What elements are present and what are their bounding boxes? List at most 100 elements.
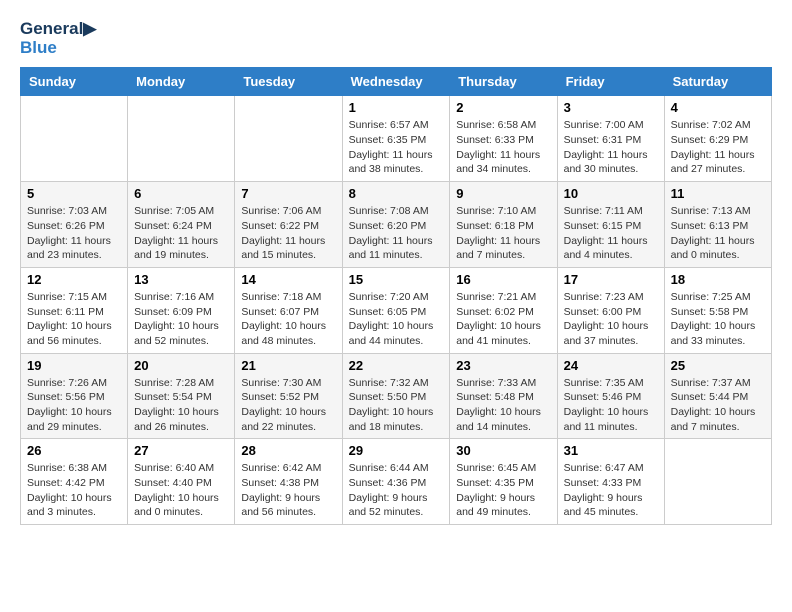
calendar-cell: 27 Sunrise: 6:40 AM Sunset: 4:40 PM Dayli… xyxy=(128,439,235,525)
calendar-cell: 9 Sunrise: 7:10 AM Sunset: 6:18 PM Daylig… xyxy=(450,182,557,268)
day-info: Sunrise: 6:47 AM Sunset: 4:33 PM Dayligh… xyxy=(564,461,658,520)
day-info: Sunrise: 7:08 AM Sunset: 6:20 PM Dayligh… xyxy=(349,204,444,263)
weekday-friday: Friday xyxy=(557,68,664,96)
calendar-cell: 25 Sunrise: 7:37 AM Sunset: 5:44 PM Dayli… xyxy=(664,353,771,439)
logo: General▶ Blue xyxy=(20,20,96,57)
calendar-cell xyxy=(21,96,128,182)
weekday-wednesday: Wednesday xyxy=(342,68,450,96)
calendar-cell: 4 Sunrise: 7:02 AM Sunset: 6:29 PM Daylig… xyxy=(664,96,771,182)
day-number: 7 xyxy=(241,186,335,201)
day-info: Sunrise: 6:45 AM Sunset: 4:35 PM Dayligh… xyxy=(456,461,550,520)
calendar-cell: 22Sunrise: 7:32 AM Sunset: 5:50 PM Dayli… xyxy=(342,353,450,439)
calendar-cell: 20Sunrise: 7:28 AM Sunset: 5:54 PM Dayli… xyxy=(128,353,235,439)
calendar-cell: 18Sunrise: 7:25 AM Sunset: 5:58 PM Dayli… xyxy=(664,267,771,353)
day-number: 27 xyxy=(134,443,228,458)
day-info: Sunrise: 7:33 AM Sunset: 5:48 PM Dayligh… xyxy=(456,376,550,435)
day-info: Sunrise: 7:15 AM Sunset: 6:11 PM Dayligh… xyxy=(27,290,121,349)
calendar-table: SundayMondayTuesdayWednesdayThursdayFrid… xyxy=(20,67,772,525)
day-number: 10 xyxy=(564,186,658,201)
calendar-cell: 13Sunrise: 7:16 AM Sunset: 6:09 PM Dayli… xyxy=(128,267,235,353)
calendar-cell: 3 Sunrise: 7:00 AM Sunset: 6:31 PM Daylig… xyxy=(557,96,664,182)
logo-wordmark: General▶ Blue xyxy=(20,20,96,57)
calendar-cell: 14 Sunrise: 7:18 AM Sunset: 6:07 PM Dayli… xyxy=(235,267,342,353)
weekday-header-row: SundayMondayTuesdayWednesdayThursdayFrid… xyxy=(21,68,772,96)
weekday-monday: Monday xyxy=(128,68,235,96)
day-number: 24 xyxy=(564,358,658,373)
calendar-cell: 6 Sunrise: 7:05 AM Sunset: 6:24 PM Daylig… xyxy=(128,182,235,268)
day-info: Sunrise: 6:38 AM Sunset: 4:42 PM Dayligh… xyxy=(27,461,121,520)
day-number: 4 xyxy=(671,100,765,115)
day-number: 11 xyxy=(671,186,765,201)
day-info: Sunrise: 7:10 AM Sunset: 6:18 PM Dayligh… xyxy=(456,204,550,263)
day-number: 14 xyxy=(241,272,335,287)
day-info: Sunrise: 7:18 AM Sunset: 6:07 PM Dayligh… xyxy=(241,290,335,349)
calendar-cell: 26 Sunrise: 6:38 AM Sunset: 4:42 PM Dayli… xyxy=(21,439,128,525)
day-info: Sunrise: 7:03 AM Sunset: 6:26 PM Dayligh… xyxy=(27,204,121,263)
day-number: 18 xyxy=(671,272,765,287)
week-row-4: 26 Sunrise: 6:38 AM Sunset: 4:42 PM Dayli… xyxy=(21,439,772,525)
day-info: Sunrise: 7:02 AM Sunset: 6:29 PM Dayligh… xyxy=(671,118,765,177)
calendar-cell: 2Sunrise: 6:58 AM Sunset: 6:33 PM Daylig… xyxy=(450,96,557,182)
day-info: Sunrise: 7:32 AM Sunset: 5:50 PM Dayligh… xyxy=(349,376,444,435)
day-info: Sunrise: 7:13 AM Sunset: 6:13 PM Dayligh… xyxy=(671,204,765,263)
day-number: 6 xyxy=(134,186,228,201)
calendar-cell: 30 Sunrise: 6:45 AM Sunset: 4:35 PM Dayli… xyxy=(450,439,557,525)
day-number: 26 xyxy=(27,443,121,458)
weekday-thursday: Thursday xyxy=(450,68,557,96)
calendar-cell: 12 Sunrise: 7:15 AM Sunset: 6:11 PM Dayli… xyxy=(21,267,128,353)
day-info: Sunrise: 6:40 AM Sunset: 4:40 PM Dayligh… xyxy=(134,461,228,520)
day-number: 31 xyxy=(564,443,658,458)
day-number: 17 xyxy=(564,272,658,287)
day-number: 8 xyxy=(349,186,444,201)
page-header: General▶ Blue xyxy=(20,20,772,57)
calendar-body: 1 Sunrise: 6:57 AM Sunset: 6:35 PM Daylig… xyxy=(21,96,772,525)
calendar-cell: 1 Sunrise: 6:57 AM Sunset: 6:35 PM Daylig… xyxy=(342,96,450,182)
day-info: Sunrise: 7:30 AM Sunset: 5:52 PM Dayligh… xyxy=(241,376,335,435)
day-info: Sunrise: 7:00 AM Sunset: 6:31 PM Dayligh… xyxy=(564,118,658,177)
calendar-cell: 28Sunrise: 6:42 AM Sunset: 4:38 PM Dayli… xyxy=(235,439,342,525)
day-info: Sunrise: 7:05 AM Sunset: 6:24 PM Dayligh… xyxy=(134,204,228,263)
calendar-cell: 15 Sunrise: 7:20 AM Sunset: 6:05 PM Dayli… xyxy=(342,267,450,353)
calendar-cell: 24 Sunrise: 7:35 AM Sunset: 5:46 PM Dayli… xyxy=(557,353,664,439)
weekday-saturday: Saturday xyxy=(664,68,771,96)
day-info: Sunrise: 7:37 AM Sunset: 5:44 PM Dayligh… xyxy=(671,376,765,435)
weekday-sunday: Sunday xyxy=(21,68,128,96)
day-number: 9 xyxy=(456,186,550,201)
day-info: Sunrise: 6:44 AM Sunset: 4:36 PM Dayligh… xyxy=(349,461,444,520)
calendar-cell: 11 Sunrise: 7:13 AM Sunset: 6:13 PM Dayli… xyxy=(664,182,771,268)
calendar-cell: 16 Sunrise: 7:21 AM Sunset: 6:02 PM Dayli… xyxy=(450,267,557,353)
calendar-cell: 5 Sunrise: 7:03 AM Sunset: 6:26 PM Daylig… xyxy=(21,182,128,268)
day-number: 23 xyxy=(456,358,550,373)
day-number: 25 xyxy=(671,358,765,373)
day-number: 15 xyxy=(349,272,444,287)
day-number: 3 xyxy=(564,100,658,115)
calendar-cell: 23 Sunrise: 7:33 AM Sunset: 5:48 PM Dayli… xyxy=(450,353,557,439)
day-info: Sunrise: 7:23 AM Sunset: 6:00 PM Dayligh… xyxy=(564,290,658,349)
day-number: 1 xyxy=(349,100,444,115)
day-number: 13 xyxy=(134,272,228,287)
calendar-cell xyxy=(128,96,235,182)
calendar-cell xyxy=(664,439,771,525)
day-info: Sunrise: 6:58 AM Sunset: 6:33 PM Dayligh… xyxy=(456,118,550,177)
day-number: 21 xyxy=(241,358,335,373)
day-info: Sunrise: 7:26 AM Sunset: 5:56 PM Dayligh… xyxy=(27,376,121,435)
week-row-2: 12 Sunrise: 7:15 AM Sunset: 6:11 PM Dayli… xyxy=(21,267,772,353)
day-info: Sunrise: 6:42 AM Sunset: 4:38 PM Dayligh… xyxy=(241,461,335,520)
day-info: Sunrise: 7:20 AM Sunset: 6:05 PM Dayligh… xyxy=(349,290,444,349)
day-number: 16 xyxy=(456,272,550,287)
day-number: 5 xyxy=(27,186,121,201)
week-row-1: 5 Sunrise: 7:03 AM Sunset: 6:26 PM Daylig… xyxy=(21,182,772,268)
day-info: Sunrise: 7:35 AM Sunset: 5:46 PM Dayligh… xyxy=(564,376,658,435)
calendar-cell: 21 Sunrise: 7:30 AM Sunset: 5:52 PM Dayli… xyxy=(235,353,342,439)
calendar-cell: 29Sunrise: 6:44 AM Sunset: 4:36 PM Dayli… xyxy=(342,439,450,525)
day-number: 30 xyxy=(456,443,550,458)
day-number: 12 xyxy=(27,272,121,287)
calendar-cell: 8 Sunrise: 7:08 AM Sunset: 6:20 PM Daylig… xyxy=(342,182,450,268)
day-info: Sunrise: 6:57 AM Sunset: 6:35 PM Dayligh… xyxy=(349,118,444,177)
day-info: Sunrise: 7:06 AM Sunset: 6:22 PM Dayligh… xyxy=(241,204,335,263)
week-row-0: 1 Sunrise: 6:57 AM Sunset: 6:35 PM Daylig… xyxy=(21,96,772,182)
calendar-cell: 19Sunrise: 7:26 AM Sunset: 5:56 PM Dayli… xyxy=(21,353,128,439)
calendar-cell: 10Sunrise: 7:11 AM Sunset: 6:15 PM Dayli… xyxy=(557,182,664,268)
calendar-cell: 7 Sunrise: 7:06 AM Sunset: 6:22 PM Daylig… xyxy=(235,182,342,268)
day-info: Sunrise: 7:21 AM Sunset: 6:02 PM Dayligh… xyxy=(456,290,550,349)
